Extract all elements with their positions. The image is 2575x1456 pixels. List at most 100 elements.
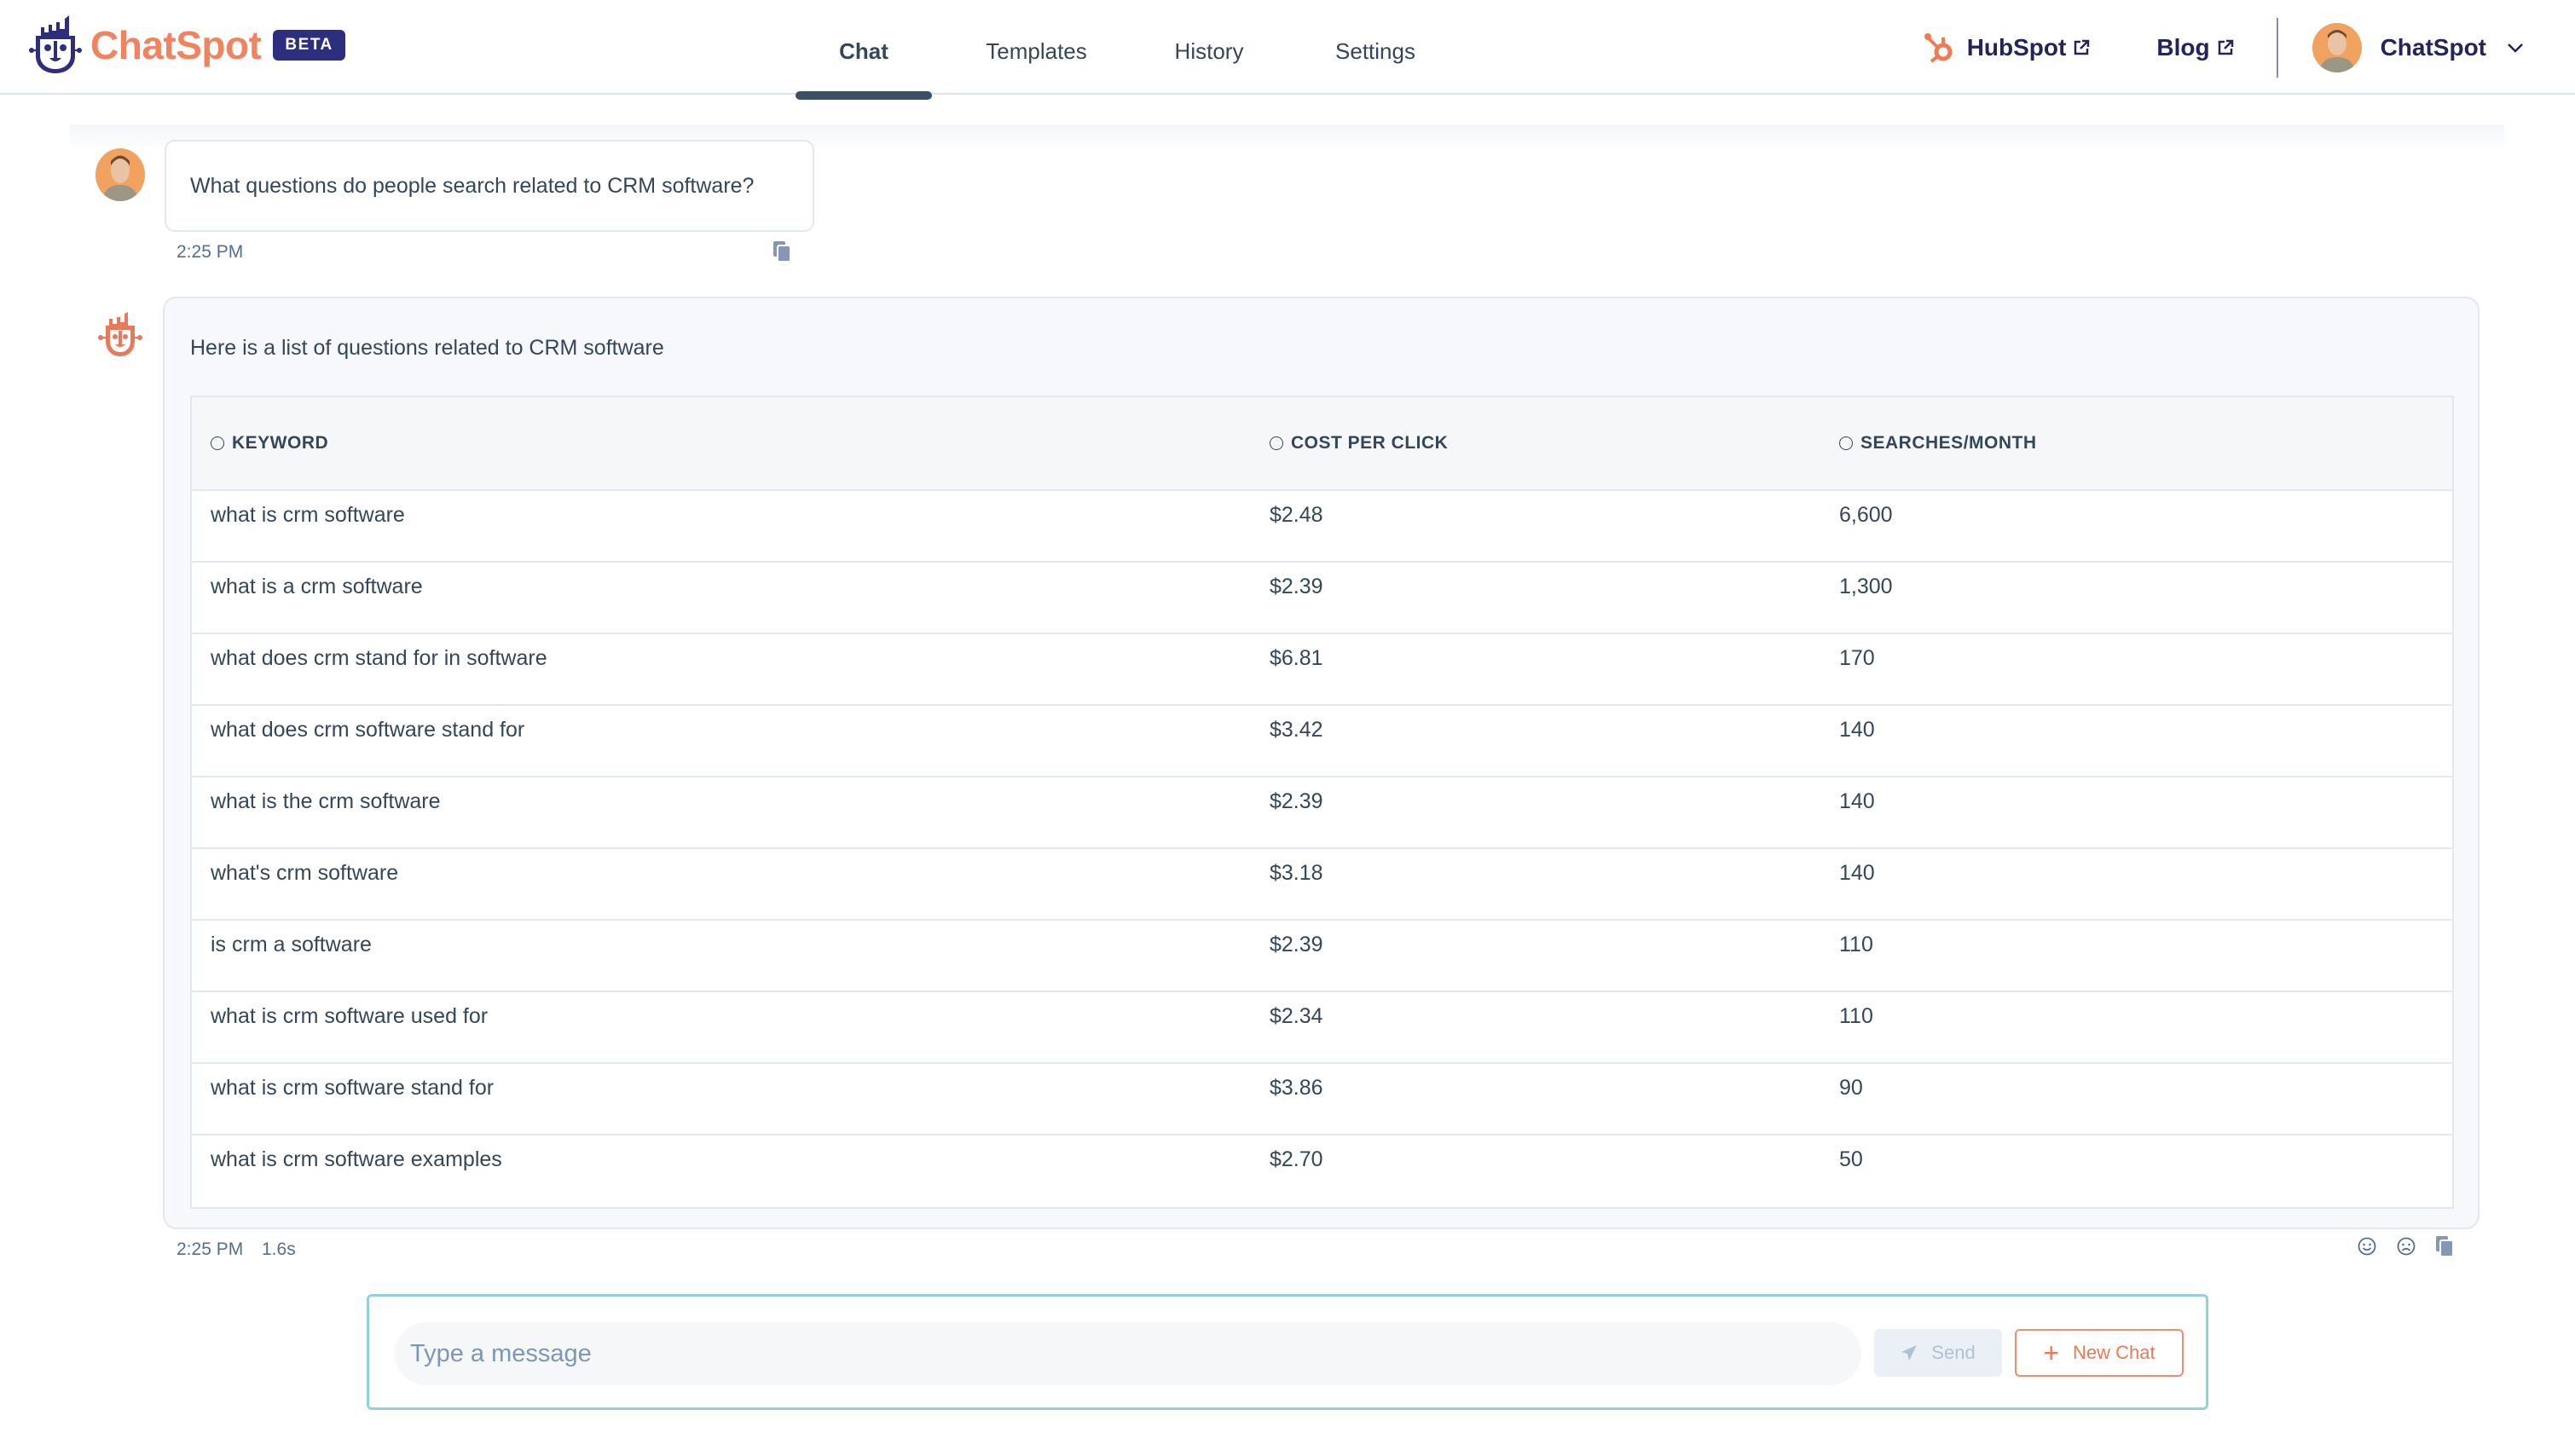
cost-per-click-cell: $3.18 — [1270, 861, 1323, 885]
send-button[interactable]: Send — [1874, 1329, 2002, 1377]
send-button-label: Send — [1931, 1342, 1976, 1363]
active-tab-indicator — [796, 91, 932, 100]
keyword-cell: what is a crm software — [211, 575, 423, 598]
keyword-cell: what's crm software — [211, 861, 399, 885]
searches-month-cell: 140 — [1839, 861, 1875, 885]
searches-month-cell: 110 — [1839, 1004, 1873, 1028]
keyword-cell: what is crm software stand for — [211, 1076, 495, 1100]
tab-templates[interactable]: Templates — [932, 0, 1141, 95]
send-plane-icon — [1901, 1345, 1918, 1361]
blog-link[interactable]: Blog — [2156, 34, 2233, 61]
chatspot-logo[interactable]: ChatSpot BETA — [29, 15, 345, 75]
searches-month-cell: 140 — [1839, 718, 1875, 742]
searches-month-cell: 90 — [1839, 1076, 1863, 1100]
table-row: what is a crm software $2.39 1,300 — [192, 563, 2452, 634]
keyword-cell: what does crm software stand for — [211, 718, 525, 742]
cost-per-click-cell: $3.86 — [1270, 1076, 1323, 1100]
new-chat-button[interactable]: + New Chat — [2015, 1329, 2184, 1377]
user-avatar — [2312, 22, 2362, 72]
column-header-label: COST PER CLICK — [1291, 433, 1449, 453]
user-name: ChatSpot — [2380, 33, 2486, 61]
table-row: what is crm software examples $2.70 50 — [192, 1135, 2452, 1207]
keyword-cell: what is crm software used for — [211, 1004, 489, 1028]
cost-per-click-cell: $2.48 — [1270, 503, 1323, 527]
searches-month-cell: 6,600 — [1839, 503, 1893, 527]
thumbs-up-smile-icon[interactable] — [2357, 1236, 2377, 1257]
message-composer: Send + New Chat — [367, 1294, 2208, 1410]
table-row: what is crm software used for $2.34 110 — [192, 992, 2452, 1064]
copy-icon[interactable] — [2435, 1235, 2454, 1257]
beta-badge: BETA — [273, 30, 345, 61]
cost-per-click-cell: $2.70 — [1270, 1147, 1323, 1171]
brand-name: ChatSpot — [90, 23, 262, 67]
top-nav: ChatSpot BETA Chat Templates History Set… — [0, 0, 2575, 100]
sort-radio-icon — [1270, 436, 1283, 450]
table-row: what is crm software $2.48 6,600 — [192, 491, 2452, 563]
hubspot-link-label: HubSpot — [1966, 33, 2067, 61]
table-row: what is crm software stand for $3.86 90 — [192, 1064, 2452, 1135]
searches-month-cell: 50 — [1839, 1147, 1863, 1171]
right-nav: HubSpot Blog ChatSpot — [1924, 0, 2575, 95]
tab-chat[interactable]: Chat — [796, 0, 932, 100]
cost-per-click-cell: $2.34 — [1270, 1004, 1323, 1028]
column-header-label: KEYWORD — [232, 433, 329, 453]
column-header-searches-month[interactable]: SEARCHES/MONTH — [1839, 433, 2037, 454]
table-body: what is crm software $2.48 6,600 what is a … — [192, 491, 2452, 1207]
sort-radio-icon — [211, 436, 224, 450]
nav-divider — [2276, 17, 2278, 78]
keyword-cell: what is the crm software — [211, 789, 441, 813]
table-row: is crm a software $2.39 110 — [192, 921, 2452, 992]
table-header: KEYWORD COST PER CLICK SEARCHES/MONTH — [192, 397, 2452, 491]
sort-radio-icon — [1839, 436, 1853, 450]
tab-label: History — [1174, 38, 1244, 64]
searches-month-cell: 170 — [1839, 646, 1875, 670]
column-header-cost-per-click[interactable]: COST PER CLICK — [1270, 433, 1448, 454]
tab-label: Chat — [839, 38, 888, 64]
thumbs-down-frown-icon[interactable] — [2396, 1236, 2416, 1257]
user-message-avatar — [95, 148, 145, 201]
keyword-table: KEYWORD COST PER CLICK SEARCHES/MONTH wh… — [190, 396, 2454, 1209]
main-tabs: Chat Templates History Settings — [796, 0, 1473, 100]
user-message-text: What questions do people search related … — [190, 173, 755, 198]
cost-per-click-cell: $2.39 — [1270, 933, 1323, 956]
cost-per-click-cell: $2.39 — [1270, 789, 1323, 813]
tab-settings[interactable]: Settings — [1277, 0, 1473, 95]
chatspot-robot-icon — [29, 15, 82, 73]
tab-history[interactable]: History — [1141, 0, 1277, 95]
column-header-label: SEARCHES/MONTH — [1860, 433, 2037, 453]
keyword-cell: is crm a software — [211, 933, 372, 956]
keyword-cell: what does crm stand for in software — [211, 646, 547, 670]
copy-icon[interactable] — [772, 240, 791, 263]
user-menu[interactable]: ChatSpot — [2312, 22, 2524, 72]
table-row: what's crm software $3.18 140 — [192, 849, 2452, 921]
tab-label: Templates — [986, 38, 1087, 64]
searches-month-cell: 140 — [1839, 789, 1875, 813]
bot-message-bubble: Here is a list of questions related to C… — [163, 297, 2480, 1229]
external-link-icon — [2218, 39, 2233, 55]
table-row: what does crm stand for in software $6.81… — [192, 634, 2452, 706]
chevron-down-icon — [2508, 43, 2523, 53]
plus-icon: + — [2043, 1338, 2060, 1368]
cost-per-click-cell: $2.39 — [1270, 575, 1323, 598]
blog-link-label: Blog — [2156, 33, 2210, 61]
external-link-icon — [2074, 39, 2090, 55]
user-message-time: 2:25 PM — [176, 242, 244, 262]
hubspot-link[interactable]: HubSpot — [1924, 32, 2091, 64]
user-message-bubble: What questions do people search related … — [165, 140, 814, 232]
keyword-cell: what is crm software examples — [211, 1147, 502, 1171]
new-chat-button-label: New Chat — [2073, 1342, 2155, 1363]
searches-month-cell: 110 — [1839, 933, 1873, 956]
column-header-keyword[interactable]: KEYWORD — [211, 433, 328, 454]
bot-response-duration: 1.6s — [262, 1239, 296, 1259]
searches-month-cell: 1,300 — [1839, 575, 1893, 598]
feedback-actions — [2357, 1235, 2454, 1257]
table-row: what is the crm software $2.39 140 — [192, 777, 2452, 849]
cost-per-click-cell: $3.42 — [1270, 718, 1323, 742]
message-input[interactable] — [395, 1322, 1861, 1385]
cost-per-click-cell: $6.81 — [1270, 646, 1323, 670]
tab-label: Settings — [1335, 38, 1415, 64]
chatspot-bot-avatar-icon — [98, 312, 142, 356]
bot-message-intro: Here is a list of questions related to C… — [190, 336, 664, 360]
hubspot-sprocket-icon — [1924, 32, 1953, 63]
keyword-cell: what is crm software — [211, 503, 405, 527]
